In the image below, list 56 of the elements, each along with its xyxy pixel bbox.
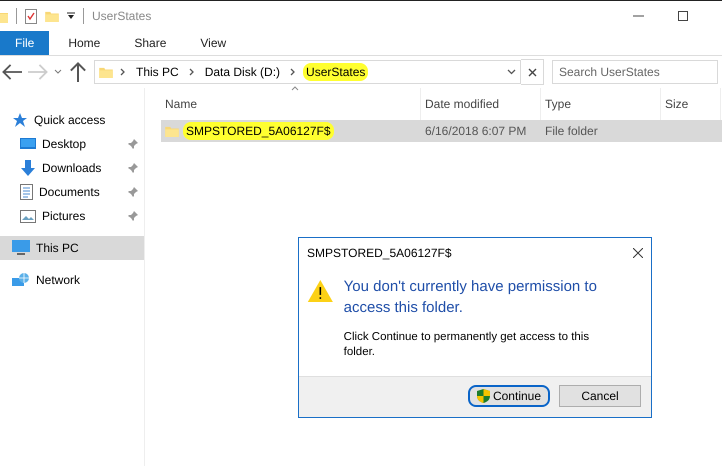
- recent-locations-icon[interactable]: [54, 69, 62, 75]
- minimize-icon[interactable]: [633, 15, 644, 17]
- properties-icon[interactable]: [25, 8, 37, 24]
- up-icon[interactable]: [68, 62, 88, 82]
- shield-icon: [476, 389, 490, 403]
- star-icon: [12, 112, 28, 128]
- pin-icon[interactable]: [128, 163, 138, 173]
- ribbon-tab[interactable]: Share: [119, 31, 182, 55]
- new-folder-icon: [45, 10, 59, 22]
- ribbon-tab[interactable]: View: [185, 31, 242, 55]
- window-title: UserStates: [92, 9, 152, 23]
- pictures-icon: [20, 210, 36, 222]
- close-button[interactable]: [633, 246, 643, 260]
- pin-icon[interactable]: [128, 139, 138, 149]
- dialog-button[interactable]: Cancel: [559, 385, 641, 407]
- network-icon: [12, 272, 30, 288]
- search-field[interactable]: Search UserStates: [552, 60, 718, 84]
- clear-button[interactable]: [521, 59, 544, 85]
- pin-icon[interactable]: [128, 187, 138, 197]
- chevron-icon: [120, 68, 126, 76]
- breadcrumb[interactable]: UserStates: [303, 63, 368, 81]
- pin-icon[interactable]: [128, 211, 138, 221]
- chevron-icon: [188, 68, 195, 76]
- ribbon-tab[interactable]: Home: [53, 31, 116, 55]
- folder-icon: [99, 66, 113, 78]
- desktop-icon: [20, 137, 36, 151]
- sidebar-item[interactable]: Pictures: [0, 204, 144, 228]
- back-icon[interactable]: [2, 62, 22, 82]
- dialog-title: SMPSTORED_5A06127F$: [307, 246, 452, 260]
- dropdown-icon[interactable]: [67, 12, 75, 20]
- folder-icon: [165, 126, 179, 136]
- computer-icon: [12, 240, 30, 256]
- sidebar-item[interactable]: Desktop: [0, 132, 144, 156]
- maximize-icon[interactable]: [678, 11, 688, 21]
- sidebar-item[interactable]: Quick access: [0, 108, 144, 132]
- dialog-heading: You don't currently have permission to access this folder.: [344, 277, 598, 318]
- ribbon-tab[interactable]: File: [0, 31, 50, 55]
- sidebar-item[interactable]: Downloads: [0, 156, 144, 180]
- close-icon: [633, 248, 643, 258]
- down-arrow-icon: [20, 160, 36, 176]
- breadcrumb[interactable]: This PC: [133, 63, 182, 81]
- sidebar-item[interactable]: Network: [0, 268, 144, 292]
- dialog-message: Click Continue to permanently get access to this folder.: [344, 330, 590, 360]
- dialog-button[interactable]: Continue: [468, 385, 550, 407]
- file-name: SMPSTORED_5A06127F$: [183, 122, 334, 140]
- date-cell-text: 6/16/2018 6:07 PM: [424, 124, 528, 138]
- address-field[interactable]: This PC Data Disk (D:) UserStates: [94, 60, 521, 84]
- chevron-icon: [290, 68, 296, 76]
- file-row[interactable]: SMPSTORED_5A06127F$ 6/16/2018 6:07 PM File folder: [161, 120, 722, 142]
- sidebar-item[interactable]: Documents: [0, 180, 144, 204]
- close-icon: [528, 68, 536, 76]
- document-icon: [20, 184, 33, 200]
- sidebar-item[interactable]: This PC: [0, 236, 144, 260]
- dropdown-icon[interactable]: [507, 69, 516, 75]
- breadcrumb[interactable]: Data Disk (D:): [202, 63, 284, 81]
- type-cell-text: File folder: [544, 124, 599, 138]
